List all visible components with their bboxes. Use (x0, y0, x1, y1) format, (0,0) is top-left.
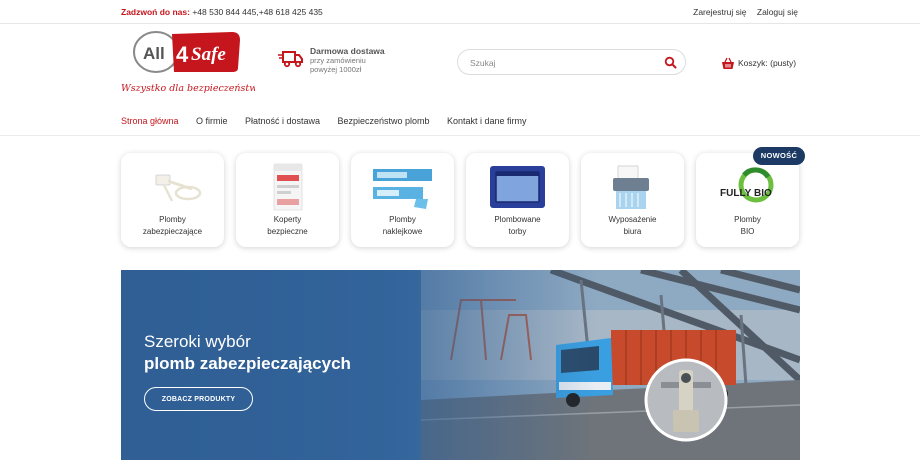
category-label: Plomby BIO (734, 215, 761, 236)
banner-heading-line2: plomb zabezpieczających (144, 354, 351, 373)
delivery-truck-icon (278, 51, 303, 68)
phone-numbers[interactable]: +48 530 844 445,+48 618 425 435 (190, 7, 322, 17)
nav-item-seal-security[interactable]: Bezpieczeństwo plomb (337, 116, 429, 126)
envelope-image (273, 163, 303, 211)
login-link[interactable]: Zaloguj się (757, 7, 798, 17)
free-shipping-info: Darmowa dostawa przy zamówieniu powyżej … (278, 45, 408, 75)
nav-item-about[interactable]: O firmie (196, 116, 228, 126)
svg-text:4: 4 (176, 42, 189, 67)
fully-bio-logo-image: FULLY BIO (720, 167, 774, 203)
category-label: Plombowane torby (494, 215, 541, 236)
site-logo[interactable]: All 4 Safe Wszystko dla bezpieczeństwa (120, 30, 263, 94)
register-link[interactable]: Zarejestruj się (693, 7, 746, 17)
account-links: Zarejestruj się Zaloguj się (685, 7, 798, 17)
svg-text:Wszystko dla bezpieczeństwa: Wszystko dla bezpieczeństwa (121, 83, 255, 94)
svg-text:Safe: Safe (191, 44, 226, 65)
plastic-seal-image (155, 174, 202, 202)
category-security-seals[interactable]: Plomby zabezpieczające (121, 153, 224, 247)
header-divider (0, 135, 920, 136)
nav-item-home[interactable]: Strona główna (121, 116, 179, 126)
category-sealed-bags[interactable]: Plombowane torby (466, 153, 569, 247)
category-tiles: Plomby zabezpieczające Koperty bezpieczn… (121, 153, 800, 247)
main-nav: Strona główna O firmie Płatność i dostaw… (121, 111, 540, 126)
new-badge: NOWOŚĆ (753, 147, 805, 165)
paper-shredder-image (613, 165, 649, 209)
category-label: Koperty bezpieczne (267, 215, 308, 236)
basket-icon (722, 57, 734, 69)
category-label: Plomby zabezpieczające (142, 215, 203, 236)
nav-item-payment-delivery[interactable]: Płatność i dostawa (245, 116, 320, 126)
category-sticker-seals[interactable]: Plomby naklejkowe (351, 153, 454, 247)
contact-phones: Zadzwoń do nas: +48 530 844 445,+48 618 … (121, 7, 323, 17)
category-label: Plomby naklejkowe (382, 215, 423, 236)
hero-banner[interactable]: Szeroki wybór plomb zabezpieczających ZO… (121, 270, 800, 460)
category-office-equipment[interactable]: Wyposażenie biura (581, 153, 684, 247)
search-icon[interactable] (664, 56, 677, 69)
cart-label: Koszyk: (pusty) (738, 58, 797, 68)
shipping-title: Darmowa dostawa (310, 46, 385, 56)
category-bio-seals[interactable]: FULLY BIO Plomby BIO (696, 153, 799, 247)
top-bar: Zadzwoń do nas: +48 530 844 445,+48 618 … (0, 0, 920, 24)
search-box (457, 49, 686, 75)
sticker-seal-image (373, 169, 432, 209)
shipping-subtitle: przy zamówieniu powyżej 1000zł (310, 56, 366, 74)
category-label: Wyposażenie biura (608, 215, 657, 236)
category-security-envelopes[interactable]: Koperty bezpieczne (236, 153, 339, 247)
see-products-button[interactable]: ZOBACZ PRODUKTY (144, 387, 253, 411)
svg-text:FULLY: FULLY (720, 188, 752, 199)
svg-text:All: All (143, 44, 165, 63)
search-input[interactable] (470, 55, 650, 70)
svg-text:BIO: BIO (754, 188, 772, 199)
call-label: Zadzwoń do nas: (121, 7, 190, 17)
sealed-bag-image (490, 166, 545, 208)
banner-heading-line1: Szeroki wybór (144, 332, 251, 351)
nav-item-contact[interactable]: Kontakt i dane firmy (447, 116, 527, 126)
